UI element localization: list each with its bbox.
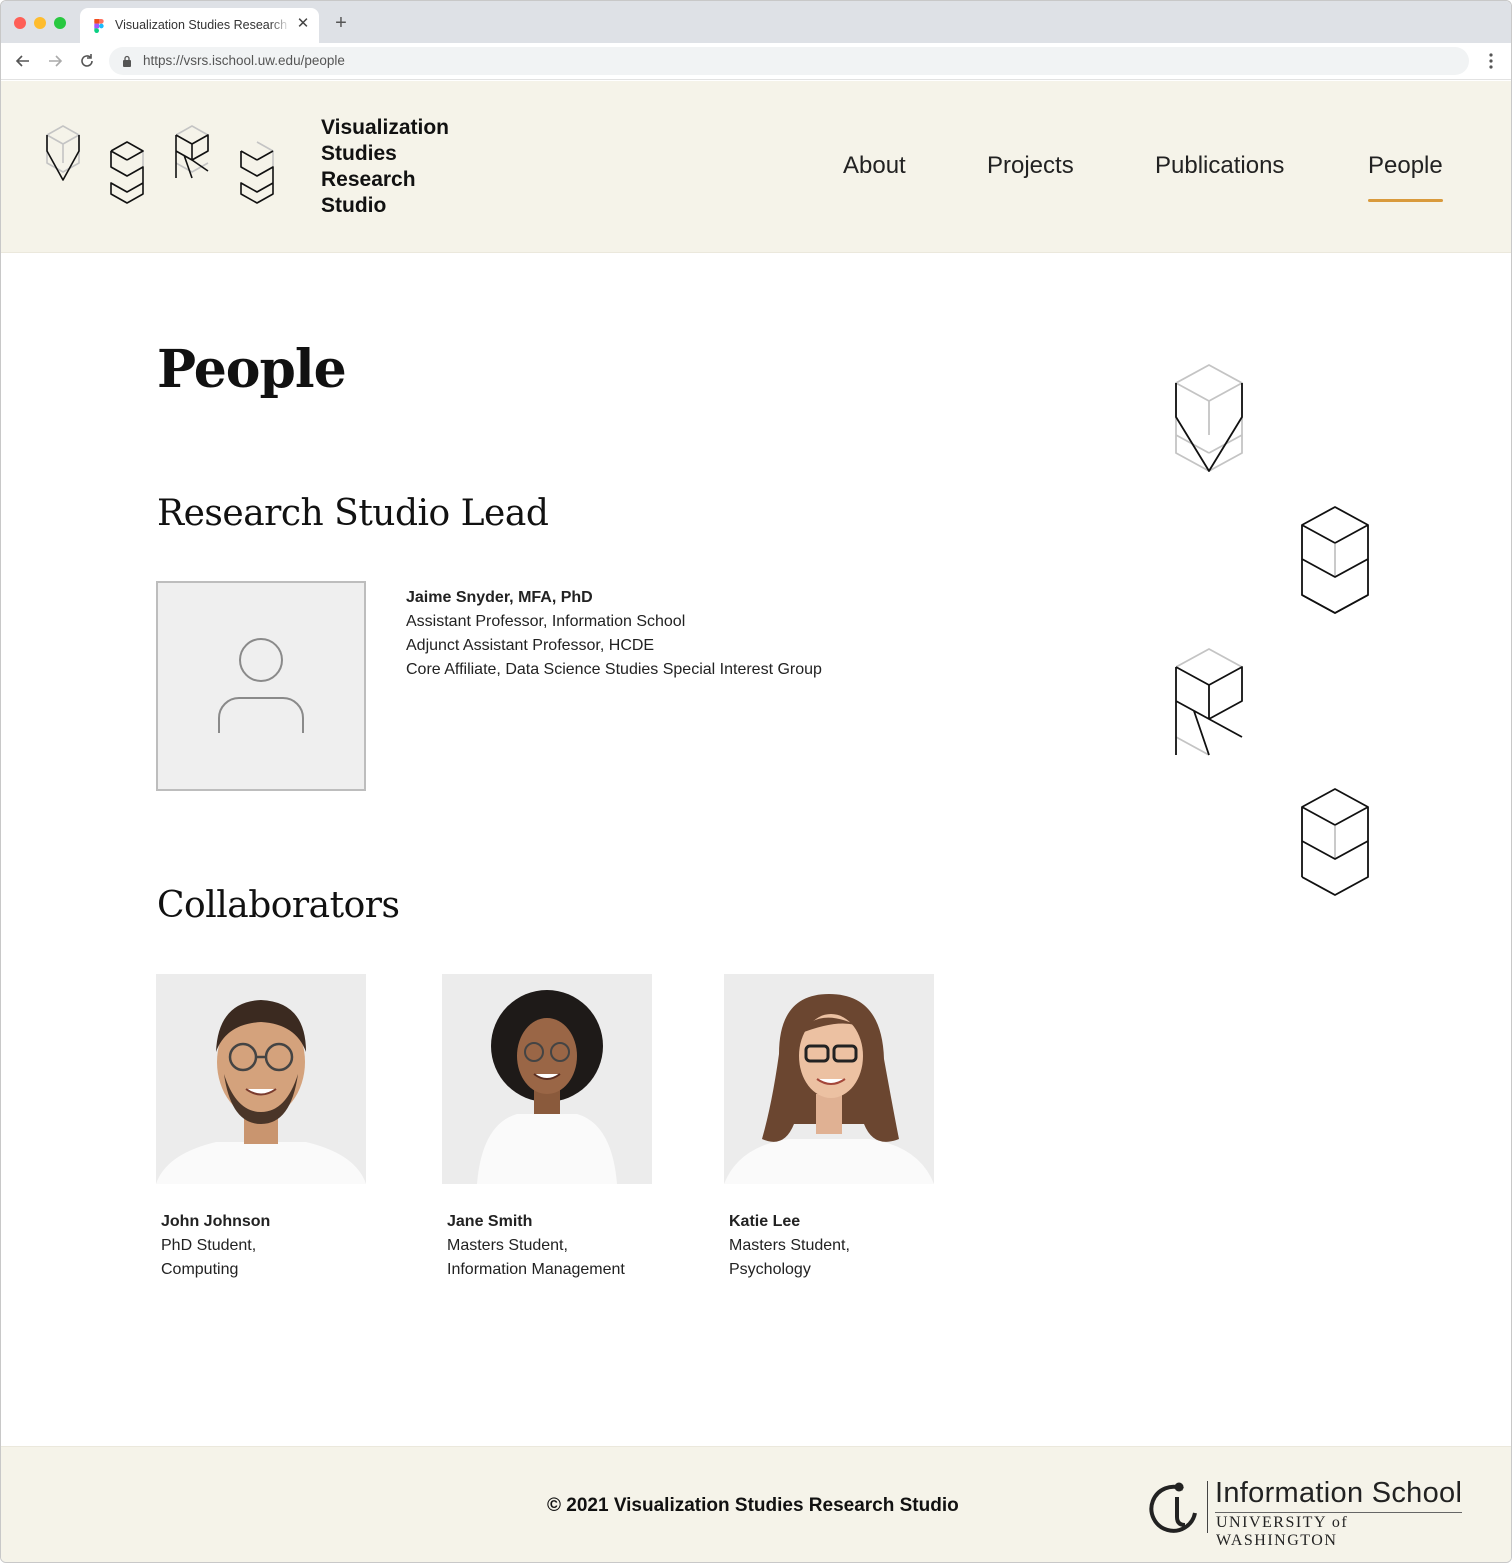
browser-menu-icon[interactable] bbox=[1483, 51, 1499, 71]
forward-arrow-icon[interactable] bbox=[45, 51, 65, 71]
active-nav-underline bbox=[1368, 199, 1443, 202]
logo-text[interactable]: Visualization Studies Research Studio bbox=[321, 115, 481, 219]
logo-text-line: Research bbox=[321, 168, 416, 191]
collaborator-photo bbox=[724, 974, 934, 1184]
tab-title: Visualization Studies Research Studio bbox=[115, 18, 290, 32]
logo-rule bbox=[1215, 1512, 1462, 1513]
nav-about[interactable]: About bbox=[843, 152, 906, 180]
tab-bar: Visualization Studies Research Studio ✕ … bbox=[1, 1, 1511, 43]
lead-role: Core Affiliate, Data Science Studies Spe… bbox=[406, 661, 822, 678]
nav-projects[interactable]: Projects bbox=[987, 152, 1074, 180]
collaborator-info: Jane Smith Masters Student, Information … bbox=[442, 1210, 702, 1282]
ischool-emblem-icon bbox=[1149, 1482, 1197, 1533]
browser-tab[interactable]: Visualization Studies Research Studio ✕ bbox=[80, 8, 319, 43]
nav-people[interactable]: People bbox=[1368, 152, 1443, 180]
back-arrow-icon[interactable] bbox=[13, 51, 33, 71]
page-title: People bbox=[157, 339, 347, 400]
maximize-window-button[interactable] bbox=[54, 17, 66, 29]
url-text: https://vsrs.ischool.uw.edu/people bbox=[143, 53, 345, 68]
browser-toolbar: https://vsrs.ischool.uw.edu/people bbox=[1, 43, 1511, 80]
logo-text-line: Visualization bbox=[321, 116, 449, 139]
minimize-window-button[interactable] bbox=[34, 17, 46, 29]
nav-publications[interactable]: Publications bbox=[1155, 152, 1284, 180]
tab-close-icon[interactable]: ✕ bbox=[294, 15, 312, 33]
collaborator-card: John Johnson PhD Student, Computing bbox=[156, 974, 366, 1282]
collaborator-name: John Johnson bbox=[161, 1213, 271, 1230]
ischool-name: Information School bbox=[1215, 1477, 1463, 1509]
collaborator-card: Jane Smith Masters Student, Information … bbox=[442, 974, 652, 1282]
address-bar[interactable]: https://vsrs.ischool.uw.edu/people bbox=[109, 47, 1469, 75]
collaborator-field: Computing bbox=[161, 1261, 239, 1278]
collaborator-name: Katie Lee bbox=[729, 1213, 801, 1230]
site-header: Visualization Studies Research Studio Ab… bbox=[1, 81, 1511, 253]
logo-divider bbox=[1207, 1481, 1208, 1533]
lock-icon bbox=[123, 55, 131, 67]
browser-window: Visualization Studies Research Studio ✕ … bbox=[0, 0, 1512, 1563]
ischool-logo[interactable]: Information School UNIVERSITY of WASHING… bbox=[1149, 1477, 1469, 1549]
reload-icon[interactable] bbox=[77, 51, 97, 71]
vsrs-logo-icon[interactable] bbox=[41, 121, 311, 241]
collaborator-info: John Johnson PhD Student, Computing bbox=[156, 1210, 416, 1282]
logo-text-line: Studio bbox=[321, 194, 387, 217]
close-window-button[interactable] bbox=[14, 17, 26, 29]
lead-name: Jaime Snyder, MFA, PhD bbox=[406, 589, 593, 606]
new-tab-button[interactable]: + bbox=[331, 13, 351, 33]
collaborator-field: Psychology bbox=[729, 1261, 811, 1278]
collaborator-name: Jane Smith bbox=[447, 1213, 533, 1230]
lead-role: Assistant Professor, Information School bbox=[406, 613, 686, 630]
section-heading-lead: Research Studio Lead bbox=[157, 493, 549, 534]
figma-favicon-icon bbox=[94, 19, 104, 33]
collaborator-card: Katie Lee Masters Student, Psychology bbox=[724, 974, 934, 1282]
collaborator-photo bbox=[442, 974, 652, 1184]
lead-role: Adjunct Assistant Professor, HCDE bbox=[406, 637, 655, 654]
collaborator-field: Information Management bbox=[447, 1261, 625, 1278]
collaborator-role: Masters Student, bbox=[729, 1237, 850, 1254]
collaborator-photo bbox=[156, 974, 366, 1184]
lead-info: Jaime Snyder, MFA, PhD Assistant Profess… bbox=[406, 586, 822, 682]
university-name: UNIVERSITY of WASHINGTON bbox=[1216, 1514, 1349, 1549]
collaborator-info: Katie Lee Masters Student, Psychology bbox=[724, 1210, 984, 1282]
logo-text-line: Studies bbox=[321, 142, 397, 165]
site-footer: © 2021 Visualization Studies Research St… bbox=[1, 1446, 1511, 1562]
user-placeholder-icon bbox=[218, 638, 304, 733]
lead-photo-placeholder bbox=[156, 581, 366, 791]
collaborator-role: PhD Student, bbox=[161, 1237, 257, 1254]
copyright-text: © 2021 Visualization Studies Research St… bbox=[547, 1495, 959, 1516]
collaborator-role: Masters Student, bbox=[447, 1237, 568, 1254]
section-heading-collaborators: Collaborators bbox=[157, 885, 400, 926]
decorative-cubes-icon bbox=[1175, 364, 1369, 896]
